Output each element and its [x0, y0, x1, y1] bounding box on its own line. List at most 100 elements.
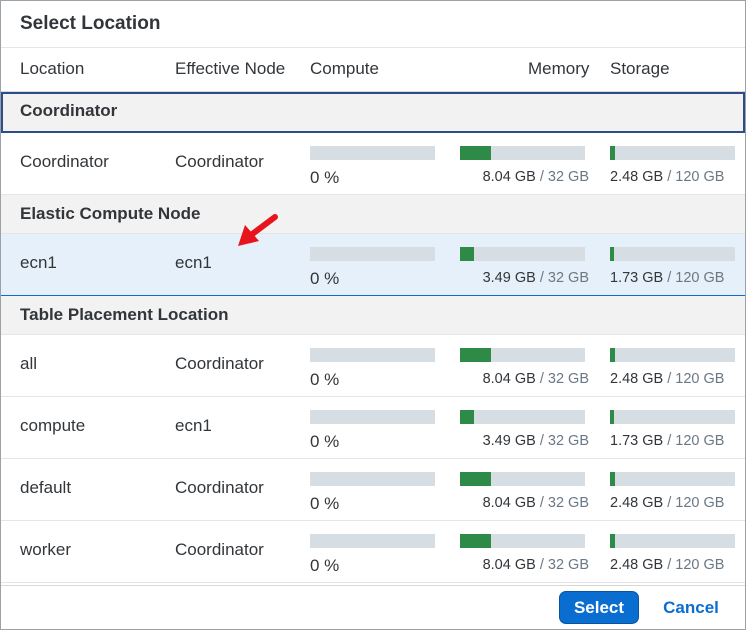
- compute-percent: 0 %: [310, 168, 340, 187]
- storage-amount: 2.48 GB / 120 GB: [610, 557, 724, 573]
- group-label: Coordinator: [20, 101, 118, 120]
- location-cell: worker: [20, 540, 72, 559]
- storage-usage-bar: [610, 410, 735, 424]
- memory-total: / 32 GB: [539, 169, 589, 185]
- column-header-effective-node[interactable]: Effective Node: [175, 59, 285, 79]
- memory-usage-bar: [460, 348, 585, 362]
- column-header-memory[interactable]: Memory: [528, 59, 589, 79]
- memory-usage-fill: [460, 472, 492, 486]
- memory-usage-fill: [460, 534, 492, 548]
- memory-usage-fill: [460, 410, 474, 424]
- storage-used: 1.73 GB: [610, 270, 664, 286]
- storage-amount: 2.48 GB / 120 GB: [610, 371, 724, 387]
- memory-total: / 32 GB: [539, 557, 589, 573]
- storage-usage-bar: [610, 348, 735, 362]
- storage-usage-fill: [610, 146, 615, 160]
- storage-amount: 1.73 GB / 120 GB: [610, 433, 724, 449]
- memory-usage-bar: [460, 247, 585, 261]
- column-header-storage[interactable]: Storage: [610, 59, 670, 79]
- storage-amount: 1.73 GB / 120 GB: [610, 270, 724, 286]
- memory-amount: 8.04 GB / 32 GB: [483, 169, 589, 185]
- memory-used: 8.04 GB: [482, 557, 536, 573]
- memory-used: 3.49 GB: [482, 270, 536, 286]
- select-location-dialog: Select Location Location Effective Node …: [0, 0, 746, 630]
- storage-usage-bar: [610, 534, 735, 548]
- storage-usage-fill: [610, 472, 615, 486]
- group-header-elastic-compute-node[interactable]: Elastic Compute Node: [1, 195, 745, 234]
- effective-node-cell: ecn1: [175, 253, 212, 272]
- storage-amount: 2.48 GB / 120 GB: [610, 169, 724, 185]
- storage-usage-fill: [610, 247, 614, 261]
- memory-amount: 3.49 GB / 32 GB: [483, 433, 589, 449]
- effective-node-cell: Coordinator: [175, 478, 264, 497]
- memory-amount: 8.04 GB / 32 GB: [483, 371, 589, 387]
- memory-amount: 3.49 GB / 32 GB: [483, 270, 589, 286]
- location-cell: compute: [20, 416, 86, 435]
- compute-percent: 0 %: [310, 370, 340, 389]
- storage-usage-fill: [610, 534, 615, 548]
- memory-usage-bar: [460, 472, 585, 486]
- storage-used: 2.48 GB: [610, 557, 664, 573]
- compute-percent: 0 %: [310, 269, 340, 288]
- storage-used: 2.48 GB: [610, 371, 664, 387]
- group-header-coordinator[interactable]: Coordinator: [1, 92, 745, 133]
- location-cell: default: [20, 478, 72, 497]
- cancel-button[interactable]: Cancel: [653, 592, 729, 623]
- group-label: Elastic Compute Node: [20, 204, 201, 223]
- effective-node-cell: ecn1: [175, 416, 212, 435]
- memory-usage-fill: [460, 146, 492, 160]
- memory-total: / 32 GB: [539, 433, 589, 449]
- dialog-footer: Select Cancel: [1, 585, 745, 629]
- red-arrow-icon: [238, 214, 278, 246]
- storage-usage-bar: [610, 247, 735, 261]
- column-header-location[interactable]: Location: [20, 59, 84, 79]
- storage-amount: 2.48 GB / 120 GB: [610, 495, 724, 511]
- table-row[interactable]: all Coordinator 0 % 8.04 GB / 32 GB 2.48…: [1, 335, 745, 397]
- column-header-compute[interactable]: Compute: [310, 59, 379, 79]
- storage-total: / 120 GB: [667, 557, 725, 573]
- storage-usage-bar: [610, 146, 735, 160]
- storage-used: 1.73 GB: [610, 433, 664, 449]
- location-cell: all: [20, 354, 38, 373]
- table-row[interactable]: compute ecn1 0 % 3.49 GB / 32 GB 1.73 GB…: [1, 397, 745, 459]
- table-row[interactable]: worker Coordinator 0 % 8.04 GB / 32 GB 2…: [1, 521, 745, 583]
- select-button[interactable]: Select: [560, 592, 638, 623]
- table-row[interactable]: Coordinator Coordinator 0 % 8.04 GB / 32…: [1, 133, 745, 195]
- compute-usage-bar: [310, 472, 435, 486]
- table-row[interactable]: ecn1 ecn1 0 % 3.49 GB / 32 GB 1.73 GB / …: [1, 234, 745, 296]
- memory-usage-bar: [460, 534, 585, 548]
- memory-usage-fill: [460, 247, 474, 261]
- group-header-table-placement-location[interactable]: Table Placement Location: [1, 296, 745, 335]
- compute-usage-bar: [310, 247, 435, 261]
- memory-amount: 8.04 GB / 32 GB: [483, 557, 589, 573]
- effective-node-cell: Coordinator: [175, 354, 264, 373]
- compute-usage-bar: [310, 534, 435, 548]
- memory-usage-bar: [460, 410, 585, 424]
- dialog-title: Select Location: [1, 1, 745, 48]
- memory-total: / 32 GB: [539, 270, 589, 286]
- storage-total: / 120 GB: [667, 433, 725, 449]
- memory-used: 8.04 GB: [482, 495, 536, 511]
- storage-used: 2.48 GB: [610, 169, 664, 185]
- table-row[interactable]: default Coordinator 0 % 8.04 GB / 32 GB …: [1, 459, 745, 521]
- location-cell: ecn1: [20, 253, 57, 272]
- effective-node-cell: Coordinator: [175, 540, 264, 559]
- compute-usage-bar: [310, 348, 435, 362]
- compute-percent: 0 %: [310, 494, 340, 513]
- memory-used: 3.49 GB: [482, 433, 536, 449]
- memory-usage-bar: [460, 146, 585, 160]
- storage-total: / 120 GB: [667, 270, 725, 286]
- memory-total: / 32 GB: [539, 495, 589, 511]
- compute-percent: 0 %: [310, 556, 340, 575]
- memory-used: 8.04 GB: [482, 169, 536, 185]
- compute-usage-bar: [310, 146, 435, 160]
- storage-usage-fill: [610, 410, 614, 424]
- memory-total: / 32 GB: [539, 371, 589, 387]
- storage-total: / 120 GB: [667, 371, 725, 387]
- memory-amount: 8.04 GB / 32 GB: [483, 495, 589, 511]
- storage-usage-fill: [610, 348, 615, 362]
- compute-percent: 0 %: [310, 432, 340, 451]
- compute-usage-bar: [310, 410, 435, 424]
- memory-usage-fill: [460, 348, 492, 362]
- location-cell: Coordinator: [20, 152, 109, 171]
